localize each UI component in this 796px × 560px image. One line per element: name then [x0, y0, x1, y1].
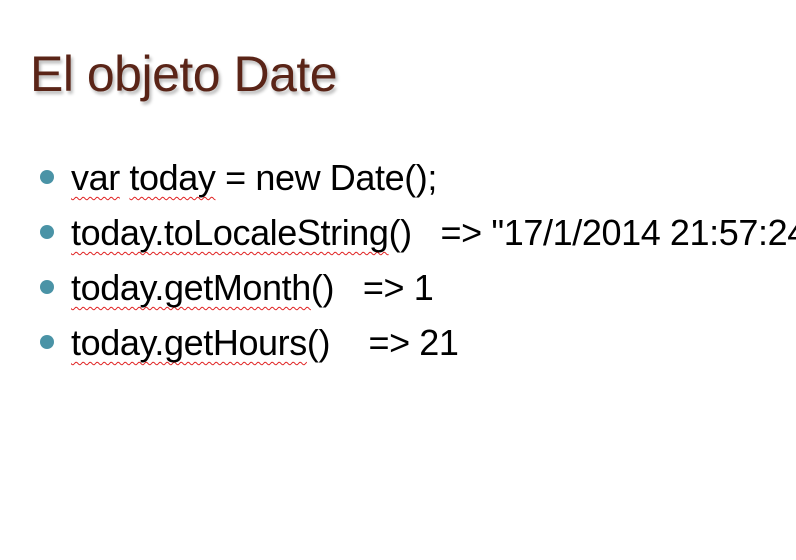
code-method-tolocalestring: today.toLocaleString	[71, 212, 389, 253]
bullet-text: () => "17/1/2014 21:57:24"	[388, 212, 796, 253]
code-keyword-var: var	[71, 157, 120, 198]
bullet-text: = new Date();	[215, 157, 437, 198]
bullet-item-gethours: today.getHours() => 21	[40, 315, 770, 370]
bullet-text: () => 1	[310, 267, 434, 308]
bullet-dot-icon	[40, 170, 54, 184]
bullet-item-getmonth: today.getMonth() => 1	[40, 260, 770, 315]
bullet-text: () => 21	[306, 322, 459, 363]
slide: El objeto Date var today = new Date(); t…	[0, 0, 796, 560]
bullet-list: var today = new Date(); today.toLocaleSt…	[40, 150, 796, 370]
code-identifier-today: today	[129, 157, 216, 198]
bullet-item-var-today: var today = new Date();	[40, 150, 770, 205]
code-method-gethours: today.getHours	[71, 322, 307, 363]
bullet-text	[120, 157, 130, 198]
bullet-item-tolocalestring: today.toLocaleString() => "17/1/2014 21:…	[40, 205, 796, 260]
bullet-dot-icon	[40, 335, 54, 349]
code-method-getmonth: today.getMonth	[71, 267, 311, 308]
slide-title: El objeto Date	[30, 46, 338, 102]
bullet-dot-icon	[40, 225, 54, 239]
bullet-dot-icon	[40, 280, 54, 294]
